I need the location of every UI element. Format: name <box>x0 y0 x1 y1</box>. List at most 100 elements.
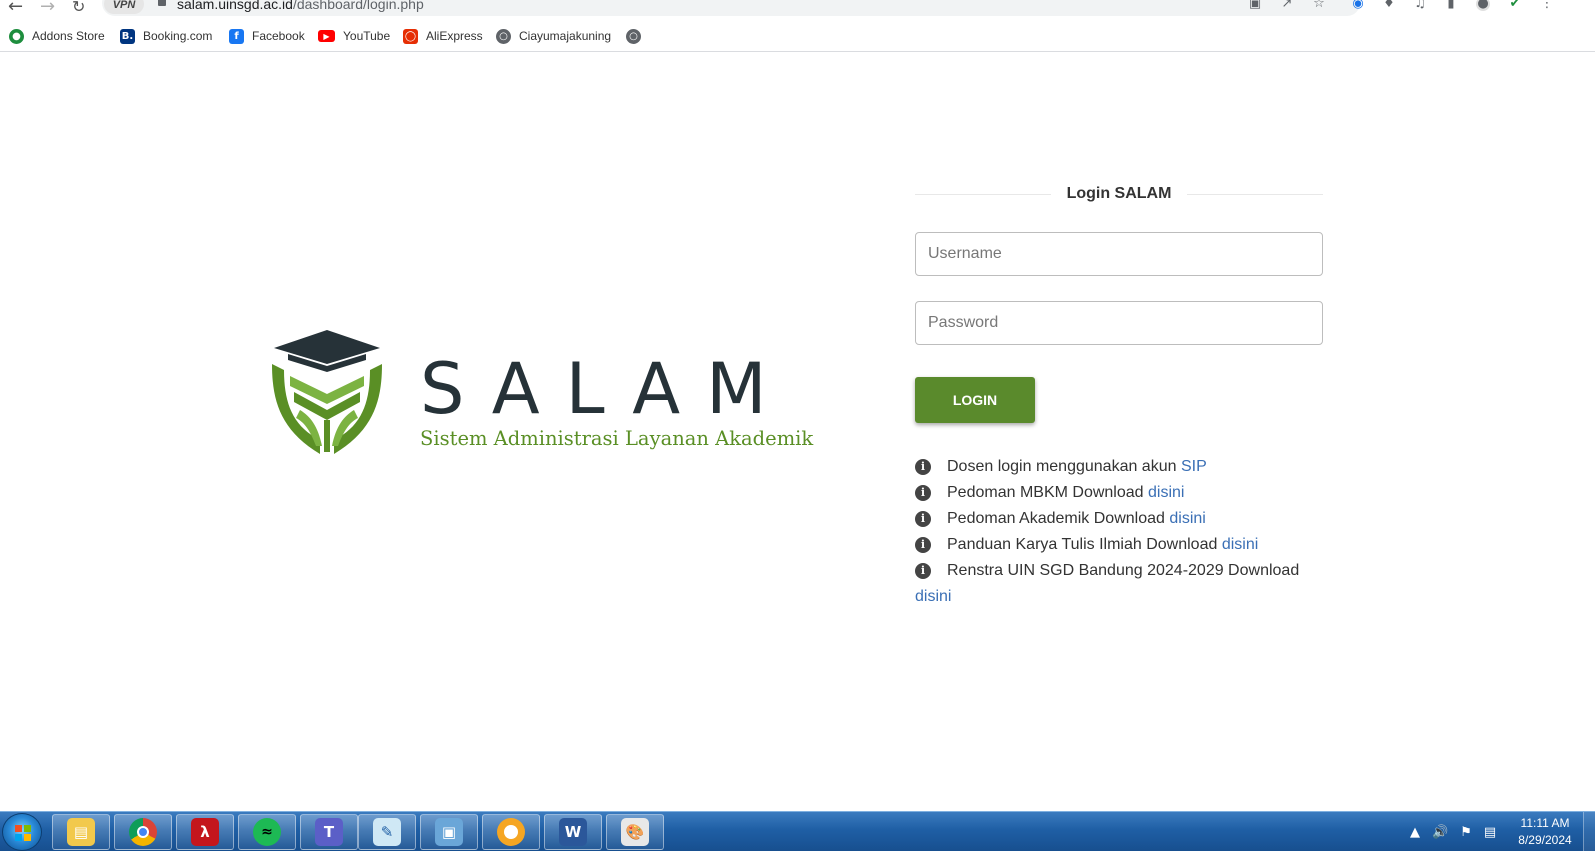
bookmark-label: Booking.com <box>143 29 213 43</box>
chrome-icon <box>129 818 157 846</box>
profile-icon[interactable]: ● <box>1476 0 1490 11</box>
bookmark-globe[interactable]: ○ <box>626 26 649 46</box>
taskbar-vpn-app[interactable] <box>482 814 540 850</box>
bookmark-booking[interactable]: B. Booking.com <box>120 26 212 46</box>
back-icon[interactable]: ← <box>8 0 23 17</box>
taskbar-file-explorer[interactable]: ▤ <box>52 814 110 850</box>
password-field[interactable] <box>915 301 1323 345</box>
info-icon: i <box>915 459 931 475</box>
info-item-sip: i Dosen login menggunakan akun SIP <box>915 454 1323 480</box>
start-button[interactable] <box>2 813 42 851</box>
url-host: salam.uinsgd.ac.id <box>177 0 293 12</box>
logo-subtitle: Sistem Administrasi Layanan Akademik <box>420 427 814 450</box>
info-item-renstra: i Renstra UIN SGD Bandung 2024-2029 Downl… <box>915 558 1323 610</box>
info-icon: i <box>915 511 931 527</box>
bookmark-ciayumajakuning[interactable]: ○ Ciayumajakuning <box>496 26 611 46</box>
username-field[interactable] <box>915 232 1323 276</box>
info-text: Renstra UIN SGD Bandung 2024-2029 Downlo… <box>947 562 1300 579</box>
info-icon: i <box>915 537 931 553</box>
globe-icon: ○ <box>496 28 511 44</box>
vpn-badge[interactable]: VPN <box>104 0 144 14</box>
taskbar-spotify[interactable]: ≈ <box>238 814 296 850</box>
spotify-icon: ≈ <box>253 818 281 846</box>
facebook-icon: f <box>229 28 244 44</box>
login-heading-text: Login SALAM <box>1050 185 1188 202</box>
word-icon: W <box>559 818 587 846</box>
bookmarks-bar: ● Addons Store B. Booking.com f Facebook… <box>0 22 1595 52</box>
bookmark-youtube[interactable]: ▶ YouTube <box>318 26 390 46</box>
side-panel-icon[interactable]: ▮ <box>1444 0 1458 11</box>
taskbar-acrobat[interactable]: λ <box>176 814 234 850</box>
media-icon[interactable]: ♫ <box>1413 0 1427 11</box>
photo-viewer-icon: ▣ <box>435 818 463 846</box>
system-tray: ▲ 🔊 ⚑ ▤ <box>1410 812 1496 851</box>
menu-icon[interactable]: ⋮ <box>1540 0 1554 11</box>
aliexpress-icon: ◯ <box>403 28 418 44</box>
bookmark-label: YouTube <box>343 29 391 43</box>
url-text[interactable]: salam.uinsgd.ac.id/dashboard/login.php <box>177 0 424 12</box>
globe-icon: ○ <box>626 28 641 44</box>
info-list: i Dosen login menggunakan akun SIP i Pedom… <box>915 454 1323 610</box>
url-path: /dashboard/login.php <box>292 0 424 12</box>
info-text: Panduan Karya Tulis Ilmiah Download <box>947 536 1222 553</box>
taskbar-notepad[interactable]: ✎ <box>358 814 416 850</box>
logo-wordmark: SALAM <box>420 348 793 430</box>
extension-shield-icon[interactable]: ◉ <box>1351 0 1365 11</box>
youtube-icon: ▶ <box>318 30 335 42</box>
share-icon[interactable]: ↗ <box>1280 0 1294 11</box>
taskbar-paint[interactable]: 🎨 <box>606 814 664 850</box>
puzzle-icon[interactable]: ♦ <box>1382 0 1396 11</box>
akademik-download-link[interactable]: disini <box>1169 510 1205 527</box>
bookmark-facebook[interactable]: f Facebook <box>229 26 305 46</box>
info-icon: i <box>915 485 931 501</box>
bookmark-addons-store[interactable]: ● Addons Store <box>9 26 105 46</box>
bookmark-label: AliExpress <box>426 29 483 43</box>
lock-icon[interactable] <box>158 0 166 6</box>
notepad-icon: ✎ <box>373 818 401 846</box>
taskbar-photo-viewer[interactable]: ▣ <box>420 814 478 850</box>
info-item-mbkm: i Pedoman MBKM Download disini <box>915 480 1323 506</box>
renstra-download-link[interactable]: disini <box>915 588 951 605</box>
clock-date: 8/29/2024 <box>1518 833 1572 847</box>
addons-store-icon: ● <box>9 28 24 44</box>
star-icon[interactable]: ☆ <box>1312 0 1326 11</box>
paint-icon: 🎨 <box>621 818 649 846</box>
network-icon[interactable]: ▤ <box>1484 825 1496 840</box>
info-item-akademik: i Pedoman Akademik Download disini <box>915 506 1323 532</box>
bookmark-aliexpress[interactable]: ◯ AliExpress <box>403 26 483 46</box>
info-text: Pedoman MBKM Download <box>947 484 1148 501</box>
taskbar-word[interactable]: W <box>544 814 602 850</box>
taskbar: ▤ λ ≈ T ✎ ▣ W 🎨 ▲ 🔊 ⚑ ▤ 11:11 AM 8/29/20… <box>0 811 1595 851</box>
clock-time: 11:11 AM <box>1520 816 1570 830</box>
info-text: Pedoman Akademik Download <box>947 510 1170 527</box>
mbkm-download-link[interactable]: disini <box>1148 484 1184 501</box>
action-center-flag-icon[interactable]: ⚑ <box>1460 825 1472 840</box>
login-panel: Login SALAM LOGIN i Dosen login menggunak… <box>915 180 1323 605</box>
volume-icon[interactable]: 🔊 <box>1432 825 1448 840</box>
tray-expand-icon[interactable]: ▲ <box>1410 825 1420 840</box>
teams-icon: T <box>315 818 343 846</box>
info-item-karya-tulis: i Panduan Karya Tulis Ilmiah Download dis… <box>915 532 1323 558</box>
info-icon: i <box>915 563 931 579</box>
forward-icon[interactable]: → <box>40 0 55 17</box>
translate-icon[interactable]: ▣ <box>1248 0 1262 11</box>
clock[interactable]: 11:11 AM 8/29/2024 <box>1505 815 1585 849</box>
login-button[interactable]: LOGIN <box>915 377 1035 423</box>
booking-icon: B. <box>120 28 135 44</box>
windows-logo-icon <box>15 825 31 841</box>
taskbar-teams[interactable]: T <box>300 814 358 850</box>
bookmark-label: Ciayumajakuning <box>519 29 612 43</box>
acrobat-icon: λ <box>191 818 219 846</box>
logo-emblem-icon <box>272 330 382 454</box>
browser-toolbar: ← → ↻ VPN salam.uinsgd.ac.id/dashboard/l… <box>0 0 1595 18</box>
salam-logo: SALAM Sistem Administrasi Layanan Akadem… <box>270 330 813 460</box>
bookmark-label: Facebook <box>252 29 305 43</box>
show-desktop-button[interactable] <box>1583 812 1595 851</box>
karya-tulis-download-link[interactable]: disini <box>1222 536 1258 553</box>
verified-icon[interactable]: ✔ <box>1508 0 1522 11</box>
file-explorer-icon: ▤ <box>67 818 95 846</box>
taskbar-chrome[interactable] <box>114 814 172 850</box>
vpn-app-icon <box>497 818 525 846</box>
reload-icon[interactable]: ↻ <box>72 0 85 16</box>
sip-link[interactable]: SIP <box>1181 458 1207 475</box>
